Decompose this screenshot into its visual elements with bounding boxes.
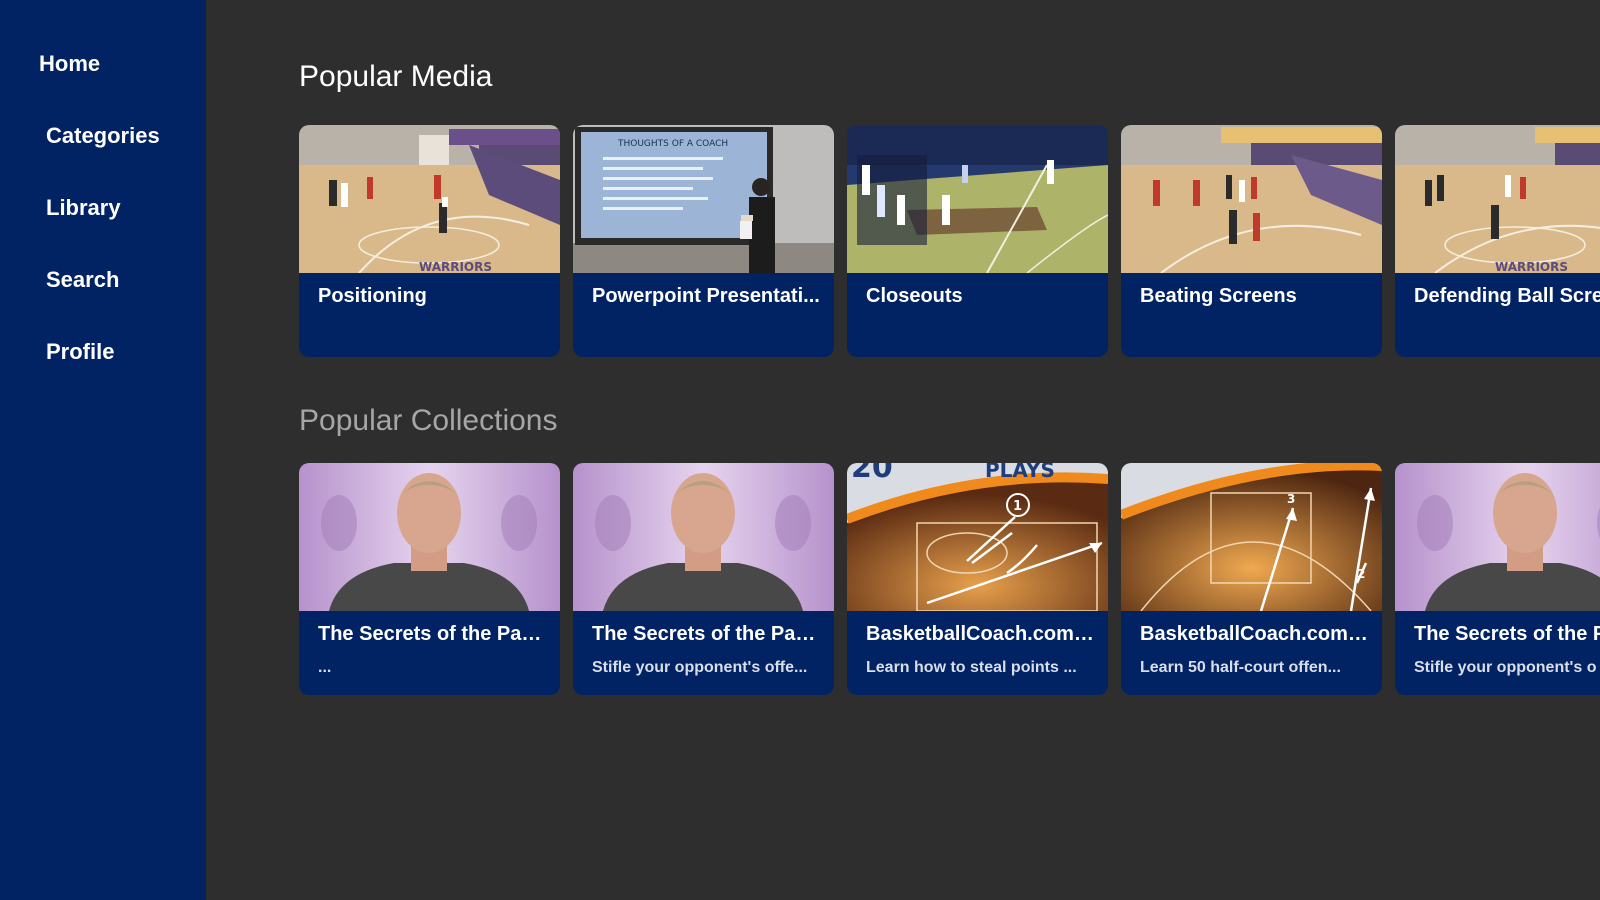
collection-card[interactable]: The Secrets of the Pac... ... [299,463,560,695]
media-card-title: Defending Ball Scree [1414,285,1600,307]
collection-card-subtitle: Learn 50 half-court offen... [1140,659,1341,676]
play-circle-number: 1 [1013,499,1022,514]
media-card-title: Positioning [318,285,427,307]
collection-card-title: BasketballCoach.com ... [866,623,1094,645]
collection-thumbnail [573,463,834,611]
collection-thumbnail [299,463,560,611]
collection-card[interactable]: The Secrets of the P Stifle your opponen… [1395,463,1600,695]
sidebar-item-categories[interactable]: Categories [46,123,160,149]
collection-card-subtitle: Learn how to steal points ... [866,659,1077,676]
media-thumbnail: WARRIORS [1395,125,1600,273]
section-title-popular-collections: Popular Collections [299,404,558,437]
section-title-popular-media: Popular Media [299,60,493,93]
sidebar-item-profile[interactable]: Profile [46,339,114,365]
collection-card[interactable]: 20 PLAYS 1 BasketballCoach.com ... Learn… [847,463,1108,695]
media-card-title: Powerpoint Presentati... [592,285,820,307]
popular-collections-row[interactable]: The Secrets of the Pac... ... The Secret… [299,463,1600,698]
slide-heading: THOUGHTS OF A COACH [617,139,728,149]
media-card-title: Closeouts [866,285,963,307]
media-thumbnail: WARRIORS [299,125,560,273]
svg-text:WARRIORS: WARRIORS [419,260,492,273]
main-content: Popular Media WARRIORS Positioning THOUG… [206,0,1600,900]
popular-media-row[interactable]: WARRIORS Positioning THOUGHTS OF A COACH [299,125,1600,360]
collection-card-title: The Secrets of the Pac... [318,623,546,645]
sidebar-item-search[interactable]: Search [46,267,119,293]
media-card[interactable]: Beating Screens [1121,125,1382,357]
media-thumbnail: THOUGHTS OF A COACH [573,125,834,273]
sidebar: Home Categories Library Search Profile [0,0,206,900]
sidebar-item-library[interactable]: Library [46,195,121,221]
collection-card-title: The Secrets of the Pac... [592,623,820,645]
media-card[interactable]: THOUGHTS OF A COACH Powerpoint Presentat… [573,125,834,357]
collection-card-title: The Secrets of the P [1414,623,1600,645]
collection-thumbnail: 3 2 [1121,463,1382,611]
media-card[interactable]: WARRIORS Positioning [299,125,560,357]
sidebar-item-home[interactable]: Home [39,51,100,77]
media-thumbnail [847,125,1108,273]
collection-thumbnail: 20 PLAYS 1 [847,463,1108,611]
collection-card-subtitle: Stifle your opponent's offe... [592,659,808,676]
plays-word: PLAYS [985,463,1055,482]
collection-card[interactable]: 3 2 BasketballCoach.com ... Learn 50 hal… [1121,463,1382,695]
media-card[interactable]: Closeouts [847,125,1108,357]
media-card[interactable]: WARRIORS Defending Ball Scree [1395,125,1600,357]
plays-number: 20 [851,463,893,485]
play-number-3: 3 [1287,492,1295,506]
collection-thumbnail [1395,463,1600,611]
collection-card-title: BasketballCoach.com ... [1140,623,1368,645]
collection-card-subtitle: Stifle your opponent's o [1414,659,1597,676]
svg-text:WARRIORS: WARRIORS [1495,260,1568,273]
collection-card[interactable]: The Secrets of the Pac... Stifle your op… [573,463,834,695]
media-thumbnail [1121,125,1382,273]
media-card-title: Beating Screens [1140,285,1297,307]
collection-card-subtitle: ... [318,659,332,676]
